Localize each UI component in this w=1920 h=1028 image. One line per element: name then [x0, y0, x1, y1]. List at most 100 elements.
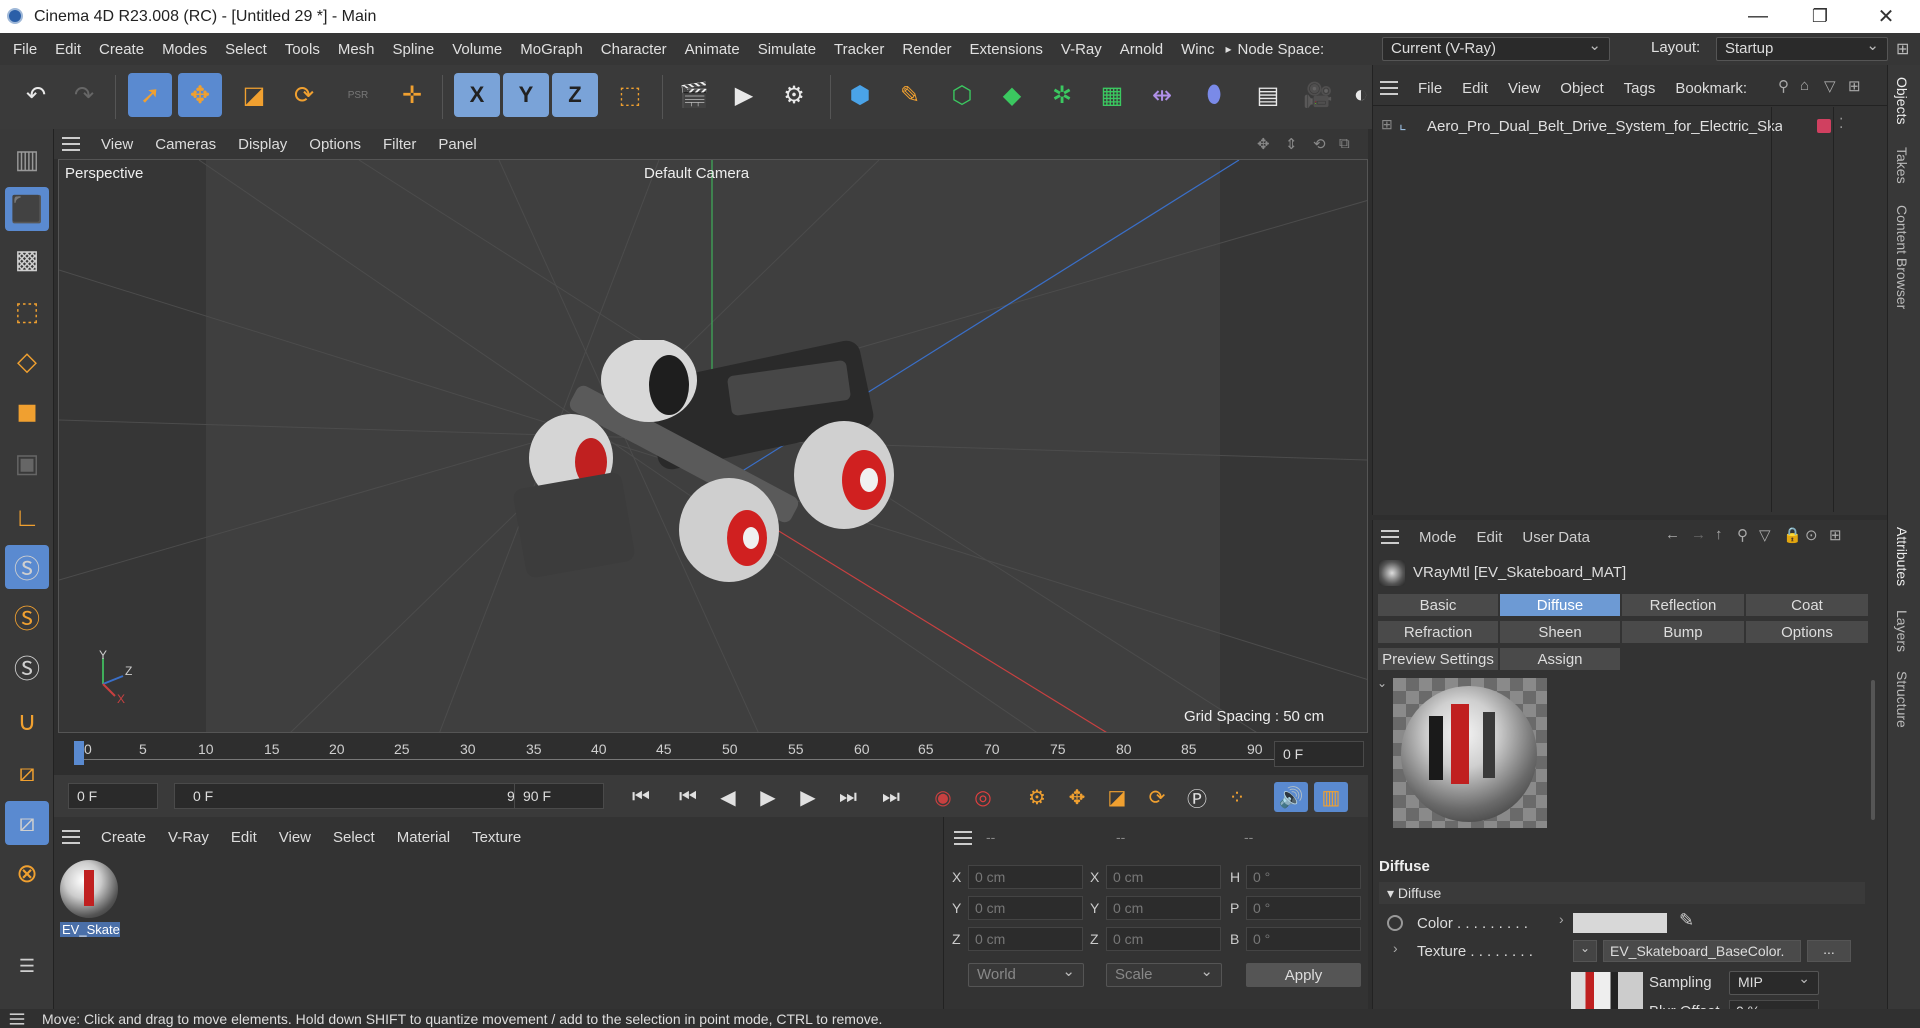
polygons-mode-icon[interactable]: ◼ [5, 389, 49, 433]
tab-assign[interactable]: Assign [1499, 647, 1621, 671]
tab-sheen[interactable]: Sheen [1499, 620, 1621, 644]
object-menu-bookmarks[interactable]: Bookmark: [1665, 80, 1757, 97]
object-menu-tags[interactable]: Tags [1614, 80, 1666, 97]
timeline-playhead[interactable] [74, 741, 84, 765]
floor-icon[interactable]: ▤ [1246, 73, 1290, 117]
key-pla-icon[interactable]: ⁘ [1220, 782, 1254, 812]
position-x-field[interactable]: 0 cm [968, 865, 1083, 889]
undo-icon[interactable]: ↶ [14, 73, 58, 117]
redo-icon[interactable]: ↷ [62, 73, 106, 117]
coordinates-hamburger-icon[interactable] [954, 831, 972, 845]
viewport-menu-panel[interactable]: Panel [427, 136, 487, 153]
coordinate-system-icon[interactable]: ⬚ [608, 73, 652, 117]
key-parameter-icon[interactable]: Ⓟ [1180, 782, 1214, 812]
menu-volume[interactable]: Volume [443, 41, 511, 58]
size-x-field[interactable]: 0 cm [1106, 865, 1221, 889]
timeline-ruler[interactable]: 0 5 10 15 20 25 30 35 40 45 50 55 60 65 … [54, 733, 1368, 775]
viewport-menu-filter[interactable]: Filter [372, 136, 427, 153]
coordinate-scale-select[interactable]: Scale [1106, 962, 1222, 987]
layout-pin-icon[interactable]: ⊞ [1896, 39, 1909, 59]
rotation-p-field[interactable]: 0 ° [1246, 896, 1361, 920]
material-menu-edit[interactable]: Edit [220, 829, 268, 846]
preview-collapse-icon[interactable]: ⌄ [1377, 676, 1387, 690]
viewport-menu-view[interactable]: View [90, 136, 144, 153]
coordinate-space-select[interactable]: World [968, 962, 1084, 987]
locked-workplane-icon[interactable]: ⧄ [5, 801, 49, 845]
material-menu-vray[interactable]: V-Ray [157, 829, 220, 846]
material-menu-view[interactable]: View [268, 829, 322, 846]
object-menu-view[interactable]: View [1498, 80, 1550, 97]
bottom-menu-icon[interactable]: ☰ [5, 951, 49, 981]
object-hamburger-icon[interactable] [1380, 81, 1398, 95]
attribute-menu-mode[interactable]: Mode [1409, 529, 1467, 546]
menu-mesh[interactable]: Mesh [329, 41, 384, 58]
menu-select[interactable]: Select [216, 41, 276, 58]
object-new-panel-icon[interactable]: ⊞ [1848, 77, 1861, 95]
up-arrow-icon[interactable]: ↑ [1715, 526, 1723, 543]
minimize-button[interactable]: — [1728, 0, 1788, 33]
tab-refraction[interactable]: Refraction [1377, 620, 1499, 644]
object-menu-file[interactable]: File [1408, 80, 1452, 97]
scale-tool-icon[interactable]: ◪ [232, 73, 276, 117]
attribute-menu-userdata[interactable]: User Data [1512, 529, 1600, 546]
object-name[interactable]: Aero_Pro_Dual_Belt_Drive_System_for_Elec… [1427, 118, 1782, 135]
perspective-viewport[interactable]: Perspective Default Camera Grid Spacing … [58, 159, 1368, 733]
axis-y-lock-button[interactable]: Y [503, 73, 549, 117]
sound-icon[interactable]: 🔊 [1274, 782, 1308, 812]
menu-character[interactable]: Character [592, 41, 676, 58]
workplane-icon[interactable]: ⧄ [5, 751, 49, 795]
tab-reflection[interactable]: Reflection [1621, 593, 1745, 617]
end-frame-field[interactable]: 90 F [514, 783, 604, 809]
settings-circle-icon[interactable]: ⊙ [1805, 526, 1818, 544]
model-mode-icon[interactable]: ⬛ [5, 187, 49, 231]
object-search-icon[interactable]: ⚲ [1778, 77, 1789, 95]
side-tab-content-browser[interactable]: Content Browser [1894, 205, 1910, 309]
render-picture-viewer-icon[interactable]: ▶ [722, 73, 766, 117]
attribute-scrollbar[interactable] [1871, 680, 1875, 820]
viewport-menu-display[interactable]: Display [227, 136, 298, 153]
size-z-field[interactable]: 0 cm [1106, 927, 1221, 951]
color-animate-radio[interactable] [1387, 915, 1403, 931]
deformer-icon[interactable]: ⇹ [1140, 73, 1184, 117]
make-editable-icon[interactable]: ▥ [5, 137, 49, 181]
subdivision-icon[interactable]: ⬡ [940, 73, 984, 117]
side-tab-attributes[interactable]: Attributes [1894, 527, 1910, 586]
move-tool-icon[interactable]: ✥ [178, 73, 222, 117]
menu-mograph[interactable]: MoGraph [511, 41, 592, 58]
transform-icon[interactable]: ✛ [390, 73, 434, 117]
attribute-filter-icon[interactable]: ▽ [1759, 526, 1771, 544]
color-expand-icon[interactable]: › [1559, 911, 1564, 927]
tab-coat[interactable]: Coat [1745, 593, 1869, 617]
psr-icon[interactable]: PSR [336, 73, 380, 117]
axis-z-lock-button[interactable]: Z [552, 73, 598, 117]
size-y-field[interactable]: 0 cm [1106, 896, 1221, 920]
skateboard-drive-model[interactable] [499, 340, 959, 610]
key-scale-icon[interactable]: ◪ [1100, 782, 1134, 812]
material-menu-texture[interactable]: Texture [461, 829, 532, 846]
points-mode-icon[interactable]: ⬚ [5, 289, 49, 333]
tab-basic[interactable]: Basic [1377, 593, 1499, 617]
menu-overflow-icon[interactable]: ▸ [1223, 42, 1233, 56]
menu-file[interactable]: File [4, 41, 46, 58]
menu-arnold[interactable]: Arnold [1111, 41, 1172, 58]
layer-color-tag[interactable] [1817, 119, 1831, 133]
texture-path-field[interactable]: EV_Skateboard_BaseColor. [1603, 940, 1801, 962]
color-swatch[interactable] [1573, 913, 1667, 933]
attribute-hamburger-icon[interactable] [1381, 530, 1399, 544]
menu-tracker[interactable]: Tracker [825, 41, 893, 58]
texture-expand-icon[interactable]: › [1393, 940, 1398, 956]
rotate-tool-icon[interactable]: ⟳ [282, 73, 326, 117]
attribute-menu-edit[interactable]: Edit [1467, 529, 1513, 546]
field-icon[interactable]: ⬮ [1192, 73, 1236, 117]
frame-range-slider[interactable]: 0 F 90 F [174, 783, 554, 809]
texture-dropdown-icon[interactable]: ⌄ [1573, 940, 1597, 962]
viewport-hamburger-icon[interactable] [62, 137, 80, 151]
solo-hierarchy-icon[interactable]: Ⓢ [5, 595, 49, 639]
side-tab-structure[interactable]: Structure [1894, 671, 1910, 728]
next-key-icon[interactable]: ⏭ [831, 782, 865, 812]
key-rotation-icon[interactable]: ⟳ [1140, 782, 1174, 812]
side-tab-takes[interactable]: Takes [1894, 147, 1910, 184]
menu-window[interactable]: Winc [1172, 41, 1223, 58]
go-to-start-icon[interactable]: ⏮ [624, 782, 658, 812]
current-frame-field[interactable]: 0 F [1274, 741, 1364, 767]
